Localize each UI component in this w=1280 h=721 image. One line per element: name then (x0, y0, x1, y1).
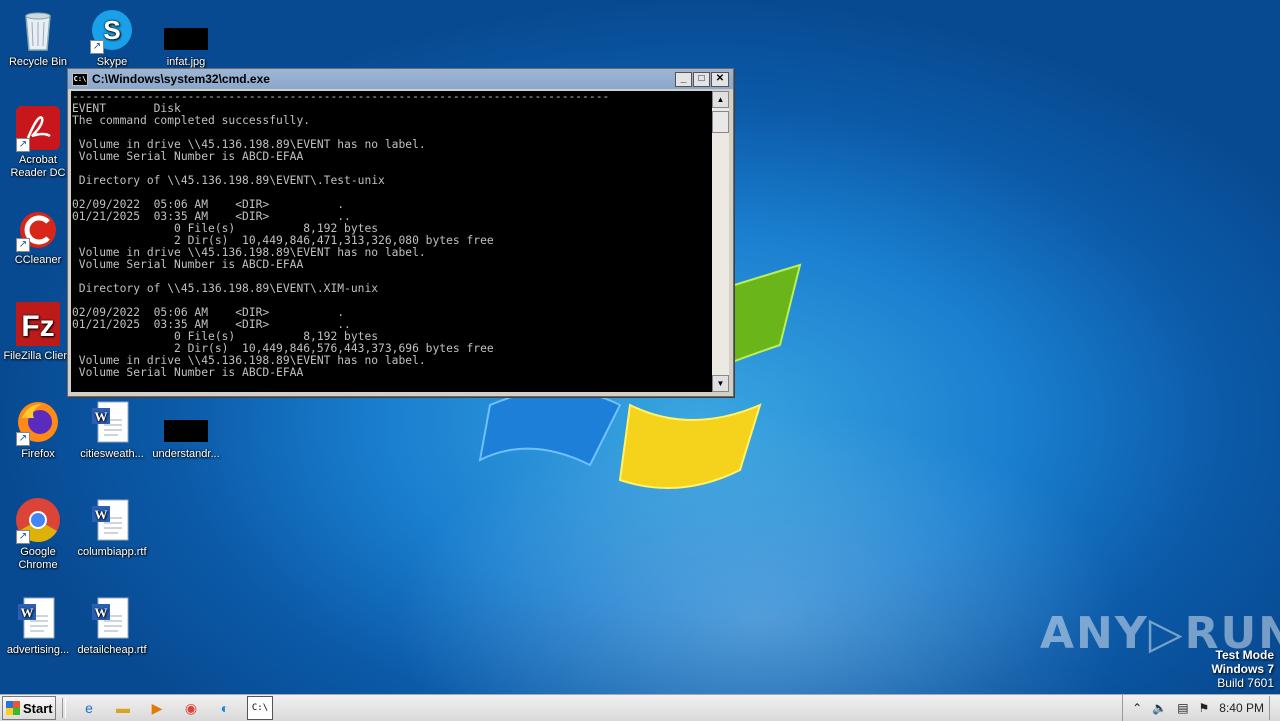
desktop-icon-label: Recycle Bin (8, 56, 68, 68)
desktop-icon-acrobat[interactable]: ↗ Acrobat Reader DC (0, 104, 76, 180)
scroll-down-arrow-icon[interactable]: ▼ (712, 375, 729, 392)
close-button[interactable]: ✕ (711, 71, 729, 87)
word-document-icon: W (88, 496, 136, 544)
desktop-icon-columbiapp[interactable]: W columbiapp.rtf (74, 496, 150, 559)
clock[interactable]: 8:40 PM (1219, 701, 1264, 715)
taskbar-separator (62, 698, 66, 718)
scroll-thumb[interactable] (712, 111, 729, 133)
skype-icon: S ↗ (88, 6, 136, 54)
scroll-up-arrow-icon[interactable]: ▲ (712, 91, 729, 108)
test-mode-notice: Test Mode Windows 7 Build 7601 (1211, 648, 1274, 690)
system-tray: ⌃ 🔈 ▤ ⚑ 8:40 PM (1122, 695, 1280, 721)
volume-icon[interactable]: 🔈 (1152, 701, 1167, 715)
maximize-button[interactable]: □ (693, 71, 710, 87)
shortcut-arrow-icon: ↗ (16, 238, 30, 252)
media-player-icon[interactable]: ▶ (145, 697, 169, 719)
acrobat-icon: ↗ (14, 104, 62, 152)
svg-text:W: W (21, 605, 34, 620)
recycle-bin-icon (14, 6, 62, 54)
chrome-icon: ↗ (14, 496, 62, 544)
word-document-icon: W (88, 594, 136, 642)
windows-flag-icon (6, 701, 20, 715)
cmd-console-output[interactable]: ----------------------------------------… (71, 91, 712, 392)
desktop-icon-recycle-bin[interactable]: Recycle Bin (0, 6, 76, 69)
svg-text:W: W (95, 409, 108, 424)
test-mode-line1: Test Mode (1215, 648, 1274, 662)
desktop-icon-chrome[interactable]: ↗ Google Chrome (0, 496, 76, 572)
desktop-icon-label: FileZilla Client (3, 350, 73, 362)
cmd-window[interactable]: C:\ C:\Windows\system32\cmd.exe _ □ ✕ --… (67, 68, 734, 397)
edge-taskbar-icon[interactable]: ◐ (213, 697, 237, 719)
svg-text:W: W (95, 507, 108, 522)
internet-explorer-icon[interactable]: e (77, 697, 101, 719)
taskbar: Start e ▬ ▶ ◉ ◐ C:\ ⌃ 🔈 ▤ ⚑ 8:40 PM (0, 694, 1280, 721)
show-hidden-icons-icon[interactable]: ⌃ (1132, 701, 1142, 715)
svg-text:S: S (103, 15, 120, 45)
file-explorer-icon[interactable]: ▬ (111, 697, 135, 719)
desktop-icon-skype[interactable]: S ↗ Skype (74, 6, 150, 69)
image-file-icon (162, 6, 210, 54)
desktop-icon-label: detailcheap.rtf (77, 644, 147, 656)
word-document-icon: W (88, 398, 136, 446)
cmd-app-icon: C:\ (72, 72, 88, 86)
cmd-titlebar[interactable]: C:\ C:\Windows\system32\cmd.exe _ □ ✕ (68, 69, 733, 89)
firefox-icon: ↗ (14, 398, 62, 446)
desktop-icon-firefox[interactable]: ↗ Firefox (0, 398, 76, 461)
desktop-icon-label: understandr... (152, 448, 220, 460)
chrome-taskbar-icon[interactable]: ◉ (179, 697, 203, 719)
desktop-icon-label-line2: Reader DC (10, 167, 66, 179)
console-text: ----------------------------------------… (72, 91, 610, 379)
desktop-icon-label: advertising... (6, 644, 70, 656)
desktop-icon-advertising[interactable]: W advertising... (0, 594, 76, 657)
desktop-icon-label: CCleaner (14, 254, 62, 266)
network-icon[interactable]: ▤ (1177, 701, 1188, 715)
image-file-icon (162, 398, 210, 446)
word-document-icon: W (14, 594, 62, 642)
shortcut-arrow-icon: ↗ (16, 530, 30, 544)
desktop-icon-label-line2: Chrome (18, 559, 58, 571)
desktop-icon-label: Firefox (21, 448, 55, 460)
desktop-icon-filezilla[interactable]: Fz FileZilla Client (0, 300, 76, 363)
show-desktop-button[interactable] (1269, 696, 1280, 720)
desktop-icon-detailcheap[interactable]: W detailcheap.rtf (74, 594, 150, 657)
start-label: Start (23, 700, 53, 716)
desktop-icon-ccleaner[interactable]: ↗ CCleaner (0, 204, 76, 267)
svg-text:W: W (95, 605, 108, 620)
cmd-window-title: C:\Windows\system32\cmd.exe (92, 72, 270, 86)
svg-text:Fz: Fz (21, 310, 54, 343)
shortcut-arrow-icon: ↗ (16, 432, 30, 446)
filezilla-icon: Fz (14, 300, 62, 348)
vertical-scrollbar[interactable]: ▲ ▼ (712, 91, 729, 392)
desktop-icon-label-line1: Acrobat (19, 154, 57, 166)
test-mode-line3: Build 7601 (1217, 676, 1274, 690)
shortcut-arrow-icon: ↗ (16, 138, 30, 152)
shortcut-arrow-icon: ↗ (90, 40, 104, 54)
desktop-icon-citiesweath[interactable]: W citiesweath... (74, 398, 150, 461)
desktop-icon-label: citiesweath... (80, 448, 144, 460)
desktop-icon-label-line1: Google (20, 546, 56, 558)
desktop-icon-label: columbiapp.rtf (77, 546, 147, 558)
desktop-icon-understandr[interactable]: understandr... (148, 398, 224, 461)
test-mode-line2: Windows 7 (1211, 662, 1274, 676)
desktop-icon-infat-jpg[interactable]: infat.jpg (148, 6, 224, 69)
start-button[interactable]: Start (2, 696, 56, 720)
ccleaner-icon: ↗ (14, 204, 62, 252)
action-center-flag-icon[interactable]: ⚑ (1199, 701, 1210, 715)
cmd-taskbar-icon[interactable]: C:\ (247, 696, 273, 720)
minimize-button[interactable]: _ (675, 71, 692, 87)
